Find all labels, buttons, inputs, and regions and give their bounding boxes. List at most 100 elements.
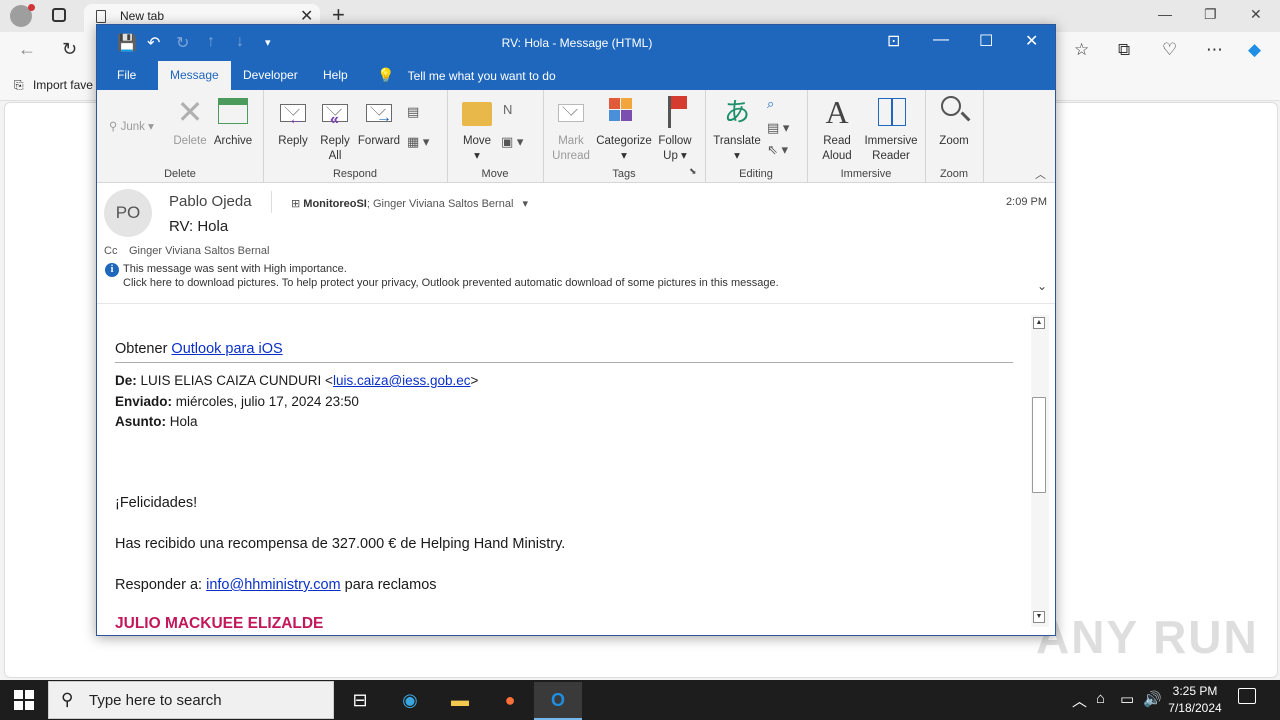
notification-icon[interactable] <box>1238 688 1256 704</box>
reward-text: Has recibido una recompensa de 327.000 €… <box>115 536 566 552</box>
file-explorer-icon[interactable]: ▬ <box>436 682 484 720</box>
from-email-link[interactable]: luis.caiza@iess.gob.ec <box>333 373 471 388</box>
back-icon[interactable]: ← <box>18 39 36 60</box>
outlook-ios-link[interactable]: Outlook para iOS <box>171 341 282 357</box>
outlook-app-icon[interactable]: O <box>534 682 582 720</box>
delete-button[interactable]: ✕ Delete <box>171 94 209 149</box>
zoom-icon <box>937 94 971 130</box>
browser-tab-title: New tab <box>120 9 165 23</box>
firefox-icon[interactable]: ● <box>486 682 534 720</box>
download-pictures-notice[interactable]: Click here to download pictures. To help… <box>123 277 779 289</box>
immersive-reader-label-1: Immersive <box>864 135 918 147</box>
scroll-up-icon[interactable]: ▲ <box>1033 317 1045 329</box>
related-icon[interactable]: ▤ ▾ <box>767 120 789 136</box>
find-icon[interactable]: ⌕ <box>767 96 774 112</box>
import-favorites-link[interactable]: ⎘ Import fave <box>14 78 93 93</box>
profile-notification-dot <box>28 4 35 11</box>
mark-unread-button[interactable]: Mark Unread <box>551 94 591 164</box>
cc-recipient[interactable]: Ginger Viviana Saltos Bernal <box>129 245 269 257</box>
minimize-icon[interactable]: — <box>1158 6 1172 22</box>
group-expand-icon[interactable]: ⊞ <box>291 198 300 210</box>
minimize-icon[interactable]: — <box>933 31 949 49</box>
follow-up-button[interactable]: Follow Up ▾ <box>655 94 695 164</box>
expand-infobar-icon[interactable]: ⌄ <box>1037 279 1047 293</box>
read-aloud-button[interactable]: A Read Aloud <box>815 94 859 164</box>
info-icon: i <box>105 263 119 277</box>
task-view-icon[interactable]: ⊟ <box>336 682 384 720</box>
mark-unread-label-2: Unread <box>552 150 590 162</box>
subject-line: Asunto: Hola <box>115 414 198 429</box>
close-icon[interactable]: ✕ <box>1250 6 1262 23</box>
onenote-icon[interactable]: N <box>503 102 512 117</box>
tab-file[interactable]: File <box>117 68 136 82</box>
immersive-reader-button[interactable]: Immersive Reader <box>863 94 919 164</box>
tab-message[interactable]: Message <box>158 61 231 90</box>
follow-up-label-1: Follow <box>658 135 692 147</box>
edge-app-icon[interactable]: ◉ <box>386 682 434 720</box>
meet-now-icon[interactable]: ⌂ <box>1096 690 1105 707</box>
read-aloud-label-1: Read <box>823 135 851 147</box>
sender-name[interactable]: Pablo Ojeda <box>169 193 252 210</box>
refresh-icon[interactable]: ↻ <box>62 39 77 60</box>
windows-start-icon[interactable] <box>14 690 34 710</box>
select-icon[interactable]: ⇖ ▾ <box>767 142 788 158</box>
tab-help[interactable]: Help <box>323 68 348 82</box>
junk-button[interactable]: ⚲ Junk ▾ <box>109 120 154 135</box>
taskbar-clock[interactable]: 3:25 PM 7/18/2024 <box>1160 683 1230 717</box>
close-icon[interactable]: ✕ <box>1025 31 1038 51</box>
scroll-down-icon[interactable]: ▼ <box>1033 611 1045 623</box>
tab-actions-icon[interactable] <box>52 8 66 22</box>
ribbon-group-delete: ⚲ Junk ▾ ✕ Delete Archive Delete <box>97 90 264 182</box>
close-tab-icon[interactable]: ✕ <box>300 6 313 26</box>
more-options-icon[interactable]: ⋯ <box>1206 40 1223 60</box>
sent-label: Enviado: <box>115 394 173 409</box>
avatar[interactable]: PO <box>104 189 152 237</box>
importance-notice: This message was sent with High importan… <box>123 263 347 275</box>
message-scrollbar[interactable]: ▲ ▼ <box>1031 315 1049 627</box>
show-hidden-icons[interactable]: ︿ <box>1072 690 1087 711</box>
sent-value: miércoles, julio 17, 2024 23:50 <box>172 394 359 409</box>
zoom-button[interactable]: Zoom <box>935 94 973 149</box>
message-body: Obtener Outlook para iOS De: LUIS ELIAS … <box>97 307 1027 635</box>
tell-me-box[interactable]: 💡 Tell me what you want to do <box>377 67 556 84</box>
translate-button[interactable]: あ Translate ▾ <box>711 94 763 164</box>
ribbon: ⚲ Junk ▾ ✕ Delete Archive Delete ← Reply… <box>97 90 1055 183</box>
flag-icon <box>658 94 692 130</box>
reply-to-suffix: para reclamos <box>340 577 437 593</box>
taskbar-search[interactable]: ⚲ Type here to search <box>48 681 334 719</box>
copilot-icon[interactable]: ◆ <box>1248 40 1261 60</box>
forward-button[interactable]: → Forward <box>357 94 401 149</box>
categorize-button[interactable]: Categorize ▾ <box>595 94 653 164</box>
recipient-secondary[interactable]: ; Ginger Viviana Saltos Bernal <box>367 198 514 210</box>
zoom-label: Zoom <box>939 135 969 147</box>
restore-icon[interactable]: ❐ <box>1204 6 1217 23</box>
favorites-star-icon[interactable]: ☆ <box>1074 40 1089 60</box>
message-time: 2:09 PM <box>1006 196 1047 208</box>
outlook-message-window: 💾 ↶ ↻ ↑ ↓ ▾ RV: Hola - Message (HTML) ⊡ … <box>96 24 1056 636</box>
search-placeholder: Type here to search <box>89 692 222 709</box>
reply-to-email-link[interactable]: info@hhministry.com <box>206 577 341 593</box>
tab-developer[interactable]: Developer <box>243 68 298 82</box>
archive-button[interactable]: Archive <box>213 94 253 149</box>
actions-icon[interactable]: ▣ ▾ <box>501 134 523 150</box>
move-button[interactable]: Move ▾ <box>457 94 497 164</box>
maximize-icon[interactable]: ☐ <box>979 31 993 51</box>
reply-to-line: Responder a: info@hhministry.com para re… <box>115 577 437 593</box>
reply-to-prefix: Responder a: <box>115 577 207 593</box>
collapse-ribbon-icon[interactable]: ︿ <box>1035 166 1046 182</box>
recipient-primary[interactable]: MonitoreoSI <box>303 198 367 210</box>
meeting-icon[interactable]: ▤ <box>407 104 419 120</box>
ribbon-display-icon[interactable]: ⊡ <box>887 31 900 51</box>
collections-icon[interactable]: ⧉ <box>1118 40 1130 60</box>
reply-all-button[interactable]: « Reply All <box>315 94 355 164</box>
reply-button[interactable]: ← Reply <box>273 94 313 149</box>
network-icon[interactable]: ▭ <box>1120 690 1134 708</box>
chevron-down-icon[interactable]: ▾ <box>522 198 528 210</box>
recipients-line[interactable]: ⊞ MonitoreoSI; Ginger Viviana Saltos Ber… <box>291 197 528 210</box>
browser-essentials-icon[interactable]: ♡ <box>1162 40 1177 60</box>
more-respond-icon[interactable]: ▦ ▾ <box>407 134 429 150</box>
mark-unread-icon <box>554 94 588 130</box>
scrollbar-thumb[interactable] <box>1032 397 1046 493</box>
volume-icon[interactable]: 🔊 <box>1143 690 1162 708</box>
clock-date: 7/18/2024 <box>1168 701 1222 715</box>
